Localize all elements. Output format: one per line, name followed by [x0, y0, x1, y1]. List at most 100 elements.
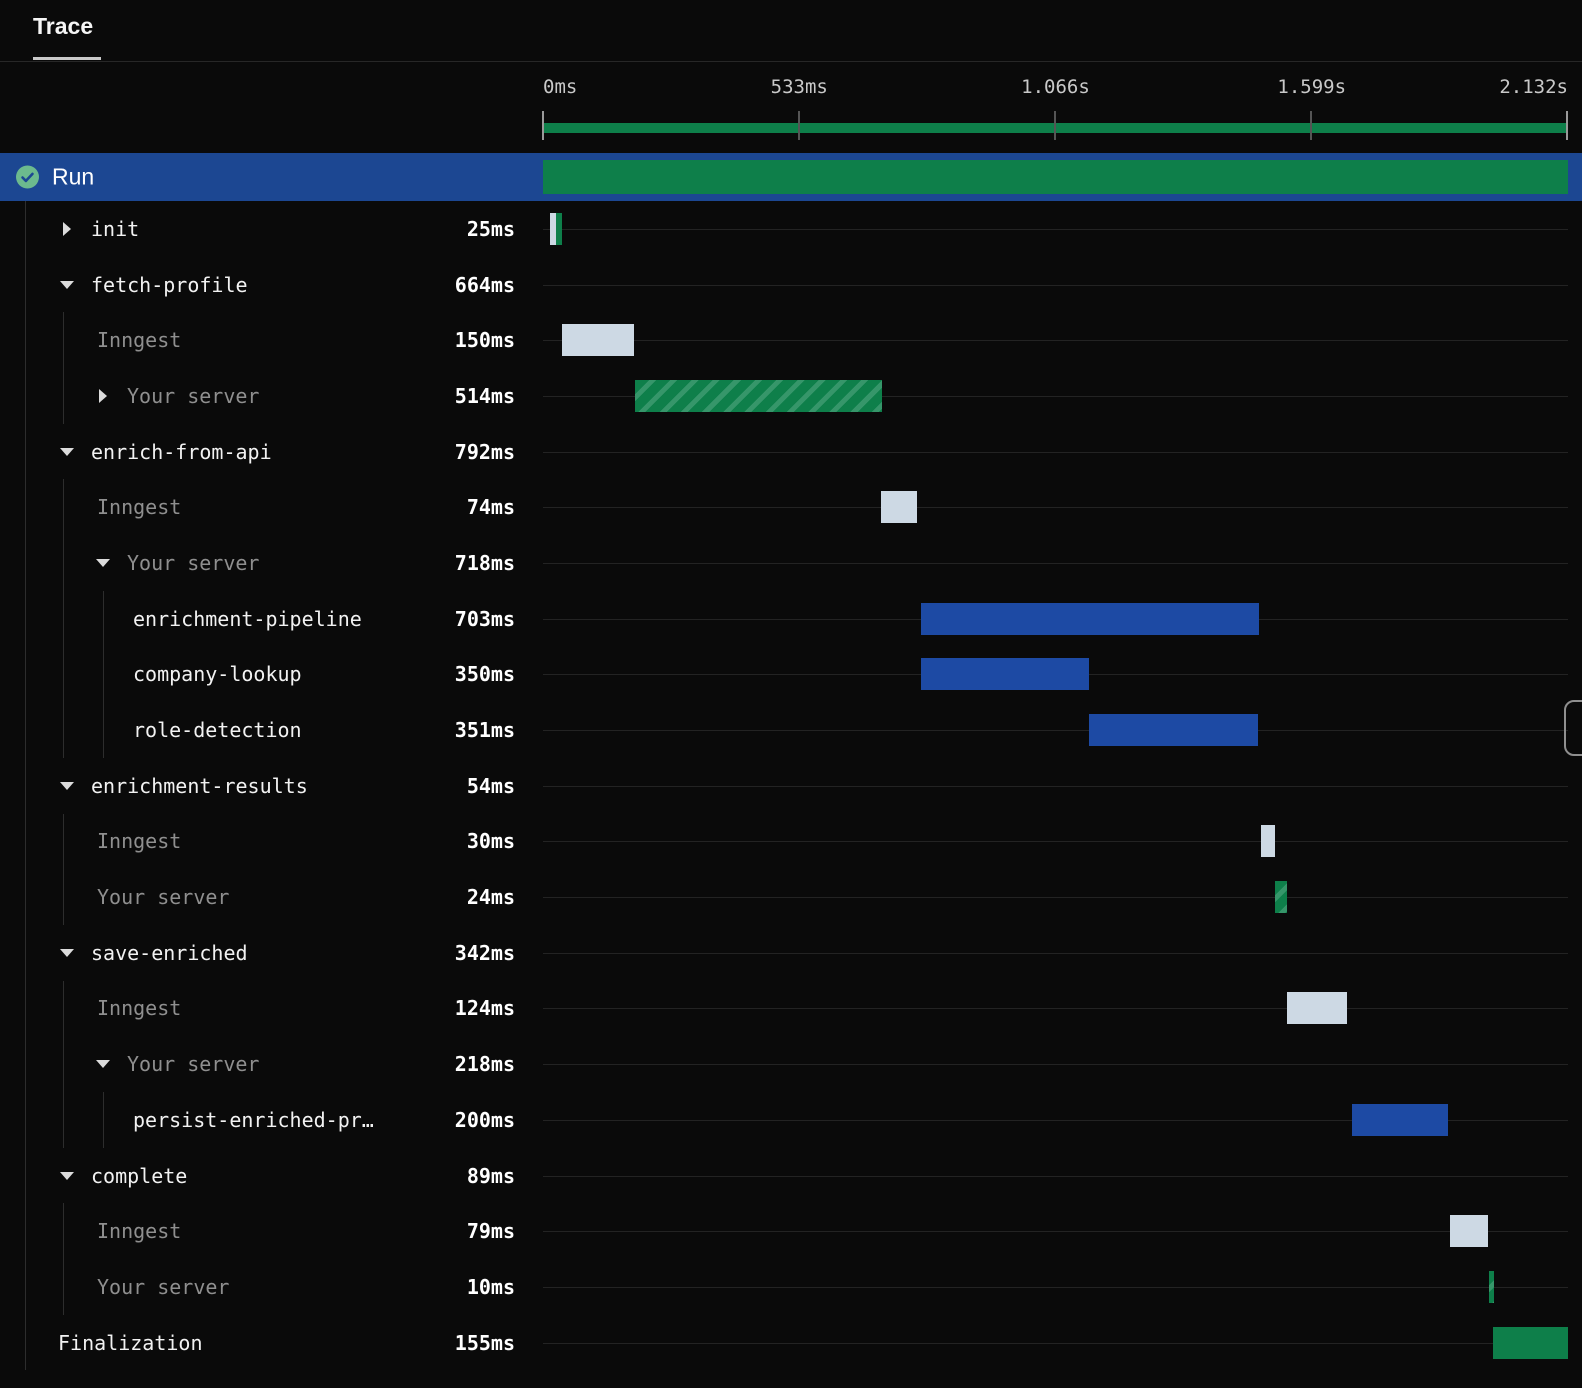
- span-bar[interactable]: [1260, 825, 1276, 858]
- row-left: Your server 718ms: [0, 535, 543, 591]
- indent-guide: [25, 368, 26, 424]
- trace-row-your-server[interactable]: Your server 718ms: [0, 535, 1582, 591]
- trace-row-inngest[interactable]: Inngest 124ms: [0, 980, 1582, 1037]
- span-bar[interactable]: [880, 491, 917, 524]
- row-left: Your server 24ms: [0, 869, 543, 925]
- trace-row-inngest[interactable]: Inngest 74ms: [0, 479, 1582, 536]
- indent-guide: [63, 980, 64, 1037]
- span-duration: 89ms: [466, 1163, 515, 1188]
- trace-row-finalization[interactable]: Finalization 155ms: [0, 1314, 1582, 1371]
- span-duration: 703ms: [454, 606, 515, 631]
- trace-row-enrichment-pipeline[interactable]: enrichment-pipeline 703ms: [0, 590, 1582, 647]
- trace-row-your-server[interactable]: Your server 24ms: [0, 869, 1582, 925]
- span-duration: 74ms: [466, 495, 515, 520]
- span-duration: 718ms: [454, 550, 515, 575]
- span-bar[interactable]: [1489, 1270, 1494, 1303]
- span-bar[interactable]: [550, 212, 563, 245]
- collapse-arrow-icon[interactable]: [93, 1055, 113, 1073]
- span-bar[interactable]: [1352, 1103, 1449, 1136]
- row-left: Your server 514ms: [0, 368, 543, 424]
- collapse-arrow-icon[interactable]: [57, 1167, 77, 1185]
- timeline-track: [543, 591, 1568, 647]
- indent-guide: [25, 980, 26, 1037]
- expand-arrow-icon[interactable]: [57, 220, 77, 238]
- trace-row-enrichment-results[interactable]: enrichment-results 54ms: [0, 757, 1582, 814]
- expand-arrow-icon[interactable]: [93, 387, 113, 405]
- span-name: persist-enriched-pr…: [133, 1107, 374, 1132]
- indent-guide: [103, 646, 104, 703]
- span-name: enrich-from-api: [91, 439, 272, 464]
- axis-tick-label: 533ms: [770, 76, 828, 98]
- scrollbar-thumb[interactable]: [1564, 700, 1582, 756]
- span-name: enrichment-results: [91, 773, 308, 798]
- indent-guide: [63, 1092, 64, 1148]
- trace-row-persist-enriched-pr[interactable]: persist-enriched-pr… 200ms: [0, 1092, 1582, 1148]
- row-left: save-enriched 342ms: [0, 924, 543, 981]
- row-left: company-lookup 350ms: [0, 646, 543, 703]
- minimap-tick: [798, 111, 800, 140]
- span-duration: 342ms: [454, 940, 515, 965]
- timeline-track: [543, 479, 1568, 535]
- tab-trace[interactable]: Trace: [33, 13, 93, 40]
- collapse-arrow-icon[interactable]: [57, 443, 77, 461]
- span-bar[interactable]: [1089, 714, 1258, 747]
- trace-row-your-server[interactable]: Your server 10ms: [0, 1259, 1582, 1315]
- span-bar[interactable]: [1287, 992, 1347, 1025]
- trace-row-role-detection[interactable]: role-detection 351ms: [0, 702, 1582, 758]
- span-bar[interactable]: [562, 324, 635, 357]
- span-bar[interactable]: [1493, 1326, 1568, 1359]
- trace-row-fetch-profile[interactable]: fetch-profile 664ms: [0, 256, 1582, 313]
- indent-guide: [25, 479, 26, 536]
- span-name: fetch-profile: [91, 272, 248, 297]
- span-bar[interactable]: [1450, 1215, 1489, 1248]
- run-span-bar[interactable]: [543, 160, 1568, 194]
- indent-guide: [103, 1092, 104, 1148]
- indent-guide: [25, 1259, 26, 1315]
- collapse-arrow-icon[interactable]: [57, 944, 77, 962]
- row-left: role-detection 351ms: [0, 702, 543, 758]
- span-duration: 514ms: [454, 383, 515, 408]
- minimap-tick: [1310, 111, 1312, 140]
- trace-row-inngest[interactable]: Inngest 30ms: [0, 813, 1582, 870]
- server-segment: [556, 212, 563, 245]
- indent-guide: [63, 590, 64, 647]
- indent-guide: [25, 423, 26, 480]
- trace-row-company-lookup[interactable]: company-lookup 350ms: [0, 646, 1582, 703]
- minimap-tick: [542, 111, 544, 140]
- span-duration: 218ms: [454, 1052, 515, 1077]
- trace-row-your-server[interactable]: Your server 218ms: [0, 1036, 1582, 1092]
- trace-row-inngest[interactable]: Inngest 79ms: [0, 1203, 1582, 1260]
- trace-row-inngest[interactable]: Inngest 150ms: [0, 312, 1582, 369]
- span-bar[interactable]: [1275, 881, 1287, 914]
- span-duration: 150ms: [454, 328, 515, 353]
- span-name: enrichment-pipeline: [133, 606, 362, 631]
- span-duration: 30ms: [466, 829, 515, 854]
- indent-guide: [63, 1036, 64, 1092]
- indent-guide: [25, 702, 26, 758]
- trace-row-your-server[interactable]: Your server 514ms: [0, 368, 1582, 424]
- span-duration: 155ms: [454, 1330, 515, 1355]
- indent-guide: [63, 535, 64, 591]
- span-name: complete: [91, 1163, 188, 1188]
- span-bar[interactable]: [920, 602, 1259, 635]
- span-name: Finalization: [58, 1330, 203, 1355]
- span-duration: 79ms: [466, 1219, 515, 1244]
- run-label: Run: [52, 163, 95, 190]
- collapse-arrow-icon[interactable]: [57, 777, 77, 795]
- trace-row-init[interactable]: init 25ms: [0, 201, 1582, 257]
- span-bar[interactable]: [920, 658, 1090, 691]
- timeline-track: [543, 312, 1568, 368]
- timeline-track: [543, 201, 1568, 257]
- indent-guide: [25, 646, 26, 703]
- indent-guide: [25, 1147, 26, 1204]
- trace-row-enrich-from-api[interactable]: enrich-from-api 792ms: [0, 423, 1582, 480]
- collapse-arrow-icon[interactable]: [57, 276, 77, 294]
- span-name: Your server: [97, 885, 230, 910]
- run-row[interactable]: Run 2.132s: [0, 153, 1582, 201]
- span-bar[interactable]: [634, 379, 882, 412]
- trace-row-complete[interactable]: complete 89ms: [0, 1147, 1582, 1204]
- trace-row-save-enriched[interactable]: save-enriched 342ms: [0, 924, 1582, 981]
- span-name: Inngest: [97, 328, 182, 353]
- span-name: Your server: [127, 550, 260, 575]
- collapse-arrow-icon[interactable]: [93, 554, 113, 572]
